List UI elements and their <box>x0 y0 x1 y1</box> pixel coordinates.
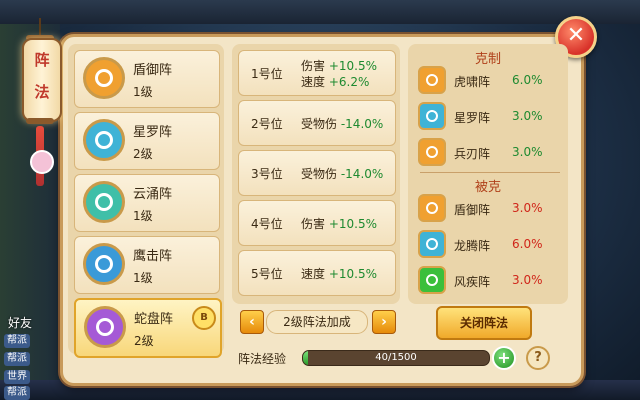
formation-bonus-label: 2级阵法加成 <box>266 310 368 334</box>
position-label: 3号位 <box>251 167 283 181</box>
blade-formation-icon <box>418 138 446 166</box>
relation-name: 盾御阵 <box>454 203 491 217</box>
position-label: 2号位 <box>251 117 283 131</box>
experience-bar: 40/1500 <box>302 350 490 366</box>
close-formation-button[interactable]: 关闭阵法 <box>436 306 532 340</box>
counters-row: 兵刃阵 3.0% <box>414 136 564 170</box>
countered-row: 龙腾阵 6.0% <box>414 228 564 262</box>
position-effect: 伤害 +10.5% <box>301 57 377 74</box>
formation-badge: B <box>192 306 216 330</box>
effect-name: 速度 <box>301 75 326 89</box>
tiger-formation-icon <box>418 66 446 94</box>
countered-row: 盾御阵 3.0% <box>414 192 564 226</box>
divider <box>420 172 560 173</box>
star-formation-icon <box>83 119 125 161</box>
relation-value: 6.0% <box>512 237 543 251</box>
chat-channel-tag[interactable]: 帮派 <box>4 386 30 400</box>
wind-formation-icon <box>418 266 446 294</box>
position-row: 3号位 受物伤 -14.0% <box>238 150 396 196</box>
eagle-formation-icon <box>83 243 125 285</box>
position-effect: 受物伤 -14.0% <box>301 165 383 182</box>
formation-name: 鹰击阵 <box>133 249 173 264</box>
friends-button[interactable]: 好友 <box>8 314 32 331</box>
effect-value: +10.5% <box>328 267 378 281</box>
formation-level: 2级 <box>134 334 154 348</box>
lantern-title: 阵 法 <box>22 38 62 122</box>
position-label: 4号位 <box>251 217 283 231</box>
counters-row: 星罗阵 3.0% <box>414 100 564 134</box>
formation-item[interactable]: 鹰击阵 1级 <box>74 236 220 294</box>
effect-value: +6.2% <box>328 75 370 89</box>
position-row: 5号位 速度 +10.5% <box>238 250 396 296</box>
formation-level: 1级 <box>133 271 153 285</box>
relation-name: 虎啸阵 <box>454 75 491 89</box>
relation-value: 6.0% <box>512 73 543 87</box>
counters-row: 虎啸阵 6.0% <box>414 64 564 98</box>
position-effect: 受物伤 -14.0% <box>301 115 383 132</box>
effect-value: -14.0% <box>340 167 384 181</box>
relation-value: 3.0% <box>512 201 543 215</box>
dragon-formation-icon <box>418 230 446 258</box>
relation-name: 风疾阵 <box>454 275 491 289</box>
help-button[interactable]: ? <box>526 346 550 370</box>
relation-value: 3.0% <box>512 145 543 159</box>
lantern-title-char: 阵 <box>34 51 50 69</box>
position-label: 5号位 <box>251 267 283 281</box>
position-row: 2号位 受物伤 -14.0% <box>238 100 396 146</box>
experience-label: 阵法经验 <box>238 352 287 366</box>
top-hud-bar <box>0 0 640 24</box>
star-formation-icon <box>418 102 446 130</box>
effect-name: 速度 <box>301 267 326 281</box>
next-level-button[interactable]: › <box>372 310 396 334</box>
position-row: 1号位 伤害 +10.5% 速度 +6.2% <box>238 50 396 96</box>
position-effect: 伤害 +10.5% <box>301 215 377 232</box>
effect-value: -14.0% <box>340 117 384 131</box>
prev-level-button[interactable]: ‹ <box>240 310 264 334</box>
effect-name: 伤害 <box>301 59 326 73</box>
position-row: 4号位 伤害 +10.5% <box>238 200 396 246</box>
position-label: 1号位 <box>251 67 283 81</box>
formation-name: 星罗阵 <box>133 125 173 140</box>
add-experience-button[interactable]: + <box>492 346 516 370</box>
shield-formation-icon <box>418 194 446 222</box>
formation-item[interactable]: 盾御阵 1级 <box>74 50 220 108</box>
formation-level: 1级 <box>133 85 153 99</box>
charm-icon <box>30 150 54 174</box>
effect-name: 伤害 <box>301 217 326 231</box>
relation-value: 3.0% <box>512 273 543 287</box>
cloud-formation-icon <box>83 181 125 223</box>
formation-item[interactable]: 蛇盘阵 2级 B <box>74 298 222 358</box>
formation-name: 云涌阵 <box>133 187 173 202</box>
formation-name: 蛇盘阵 <box>134 312 174 327</box>
relation-name: 星罗阵 <box>454 111 491 125</box>
chat-channel-tag[interactable]: 世界 <box>4 370 30 384</box>
relation-value: 3.0% <box>512 109 543 123</box>
experience-text: 40/1500 <box>375 352 417 363</box>
relation-name: 兵刃阵 <box>454 147 491 161</box>
countered-row: 风疾阵 3.0% <box>414 264 564 298</box>
lantern-cap <box>26 118 54 124</box>
snake-formation-icon <box>84 306 126 348</box>
effect-name: 受物伤 <box>301 167 338 181</box>
formation-level: 2级 <box>133 147 153 161</box>
lantern-title-char: 法 <box>34 83 50 101</box>
shield-formation-icon <box>83 57 125 99</box>
position-effect: 速度 +10.5% <box>301 265 377 282</box>
relation-name: 龙腾阵 <box>454 239 491 253</box>
chat-channel-tag[interactable]: 帮派 <box>4 352 30 366</box>
formation-level: 1级 <box>133 209 153 223</box>
effect-value: +10.5% <box>328 217 378 231</box>
effect-value: +10.5% <box>328 59 378 73</box>
formation-name: 盾御阵 <box>133 63 173 78</box>
effect-name: 受物伤 <box>301 117 338 131</box>
position-effect: 速度 +6.2% <box>301 73 369 90</box>
formation-item[interactable]: 星罗阵 2级 <box>74 112 220 170</box>
formation-item[interactable]: 云涌阵 1级 <box>74 174 220 232</box>
chat-channel-tag[interactable]: 帮派 <box>4 334 30 348</box>
